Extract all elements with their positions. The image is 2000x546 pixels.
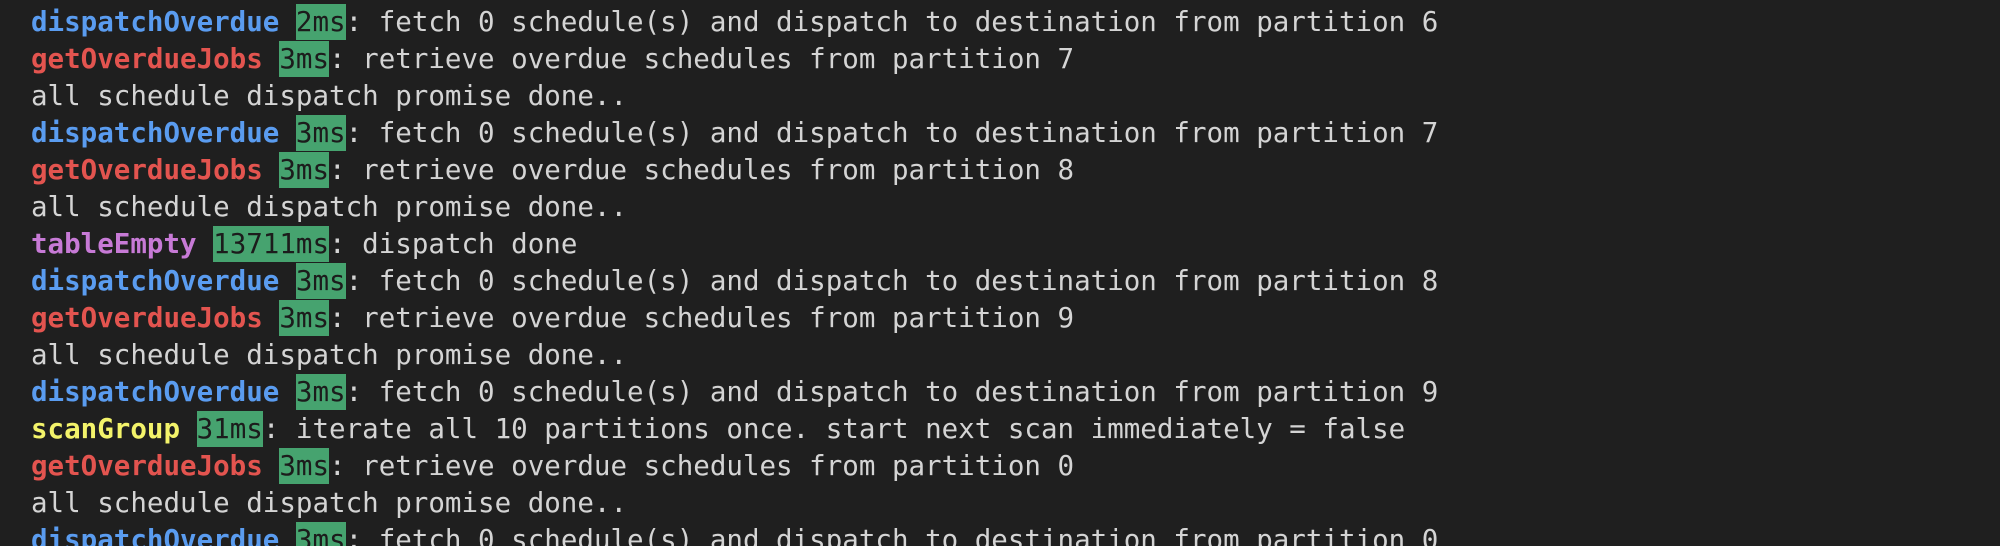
duration-badge: 2ms <box>295 4 346 40</box>
log-message: : fetch 0 schedule(s) and dispatch to de… <box>345 265 1439 297</box>
log-message: all schedule dispatch promise done.. <box>31 487 628 519</box>
log-lines: dispatchOverdue 2ms: fetch 0 schedule(s)… <box>31 4 2000 546</box>
log-tag: dispatchOverdue <box>31 117 280 149</box>
log-line: getOverdueJobs 3ms: retrieve overdue sch… <box>31 300 2000 337</box>
log-line: all schedule dispatch promise done.. <box>31 337 2000 374</box>
log-line: scanGroup 31ms: iterate all 10 partition… <box>31 411 2000 448</box>
log-line: getOverdueJobs 3ms: retrieve overdue sch… <box>31 152 2000 189</box>
duration-badge: 3ms <box>279 41 330 77</box>
log-line: all schedule dispatch promise done.. <box>31 189 2000 226</box>
log-tag: tableEmpty <box>31 228 197 260</box>
duration-badge: 13711ms <box>213 226 330 262</box>
log-message: : retrieve overdue schedules from partit… <box>329 302 1075 334</box>
log-line: dispatchOverdue 3ms: fetch 0 schedule(s)… <box>31 374 2000 411</box>
duration-badge: 3ms <box>279 448 330 484</box>
log-message: : retrieve overdue schedules from partit… <box>329 450 1075 482</box>
log-tag: getOverdueJobs <box>31 450 263 482</box>
terminal-output[interactable]: dispatchOverdue 2ms: fetch 0 schedule(s)… <box>0 0 2000 546</box>
log-line: dispatchOverdue 3ms: fetch 0 schedule(s)… <box>31 115 2000 152</box>
log-line: dispatchOverdue 3ms: fetch 0 schedule(s)… <box>31 522 2000 546</box>
log-tag: scanGroup <box>31 413 181 445</box>
duration-badge: 3ms <box>295 374 346 410</box>
log-message: : dispatch done <box>329 228 578 260</box>
log-message: all schedule dispatch promise done.. <box>31 191 628 223</box>
log-message: : fetch 0 schedule(s) and dispatch to de… <box>345 376 1439 408</box>
log-message: : fetch 0 schedule(s) and dispatch to de… <box>345 6 1439 38</box>
log-line: dispatchOverdue 2ms: fetch 0 schedule(s)… <box>31 4 2000 41</box>
log-message: : retrieve overdue schedules from partit… <box>329 43 1075 75</box>
log-tag: dispatchOverdue <box>31 376 280 408</box>
log-message: : iterate all 10 partitions once. start … <box>262 413 1406 445</box>
log-message: : fetch 0 schedule(s) and dispatch to de… <box>345 524 1439 546</box>
log-tag: dispatchOverdue <box>31 524 280 546</box>
duration-badge: 3ms <box>295 522 346 546</box>
log-tag: getOverdueJobs <box>31 43 263 75</box>
log-line: getOverdueJobs 3ms: retrieve overdue sch… <box>31 448 2000 485</box>
log-line: all schedule dispatch promise done.. <box>31 485 2000 522</box>
log-line: all schedule dispatch promise done.. <box>31 78 2000 115</box>
log-line: dispatchOverdue 3ms: fetch 0 schedule(s)… <box>31 263 2000 300</box>
log-tag: getOverdueJobs <box>31 154 263 186</box>
log-message: : retrieve overdue schedules from partit… <box>329 154 1075 186</box>
duration-badge: 3ms <box>279 152 330 188</box>
log-message: all schedule dispatch promise done.. <box>31 339 628 371</box>
duration-badge: 3ms <box>295 263 346 299</box>
duration-badge: 3ms <box>295 115 346 151</box>
log-line: getOverdueJobs 3ms: retrieve overdue sch… <box>31 41 2000 78</box>
duration-badge: 31ms <box>196 411 263 447</box>
log-tag: getOverdueJobs <box>31 302 263 334</box>
log-message: : fetch 0 schedule(s) and dispatch to de… <box>345 117 1439 149</box>
log-tag: dispatchOverdue <box>31 265 280 297</box>
duration-badge: 3ms <box>279 300 330 336</box>
log-tag: dispatchOverdue <box>31 6 280 38</box>
log-message: all schedule dispatch promise done.. <box>31 80 628 112</box>
log-line: tableEmpty 13711ms: dispatch done <box>31 226 2000 263</box>
